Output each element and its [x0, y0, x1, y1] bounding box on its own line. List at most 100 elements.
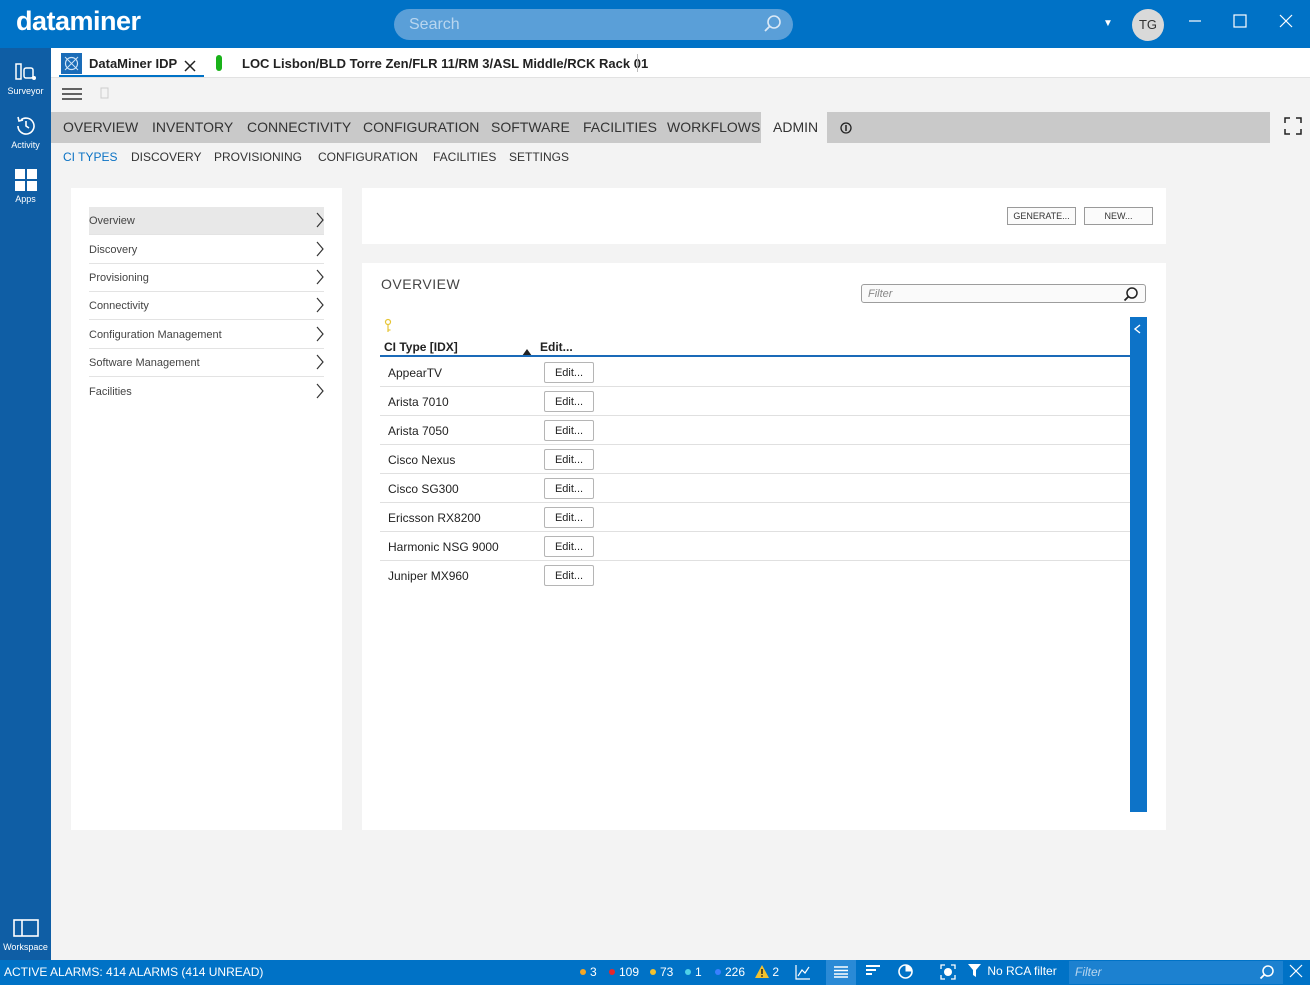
- alarm-count-minor[interactable]: 3: [580, 965, 597, 979]
- focus-icon[interactable]: [940, 964, 956, 983]
- warning-triangle-icon: [755, 965, 769, 979]
- rca-filter-label: No RCA filter: [987, 964, 1057, 978]
- nav-admin[interactable]: ADMIN: [761, 112, 827, 143]
- rail-apps[interactable]: Apps: [0, 166, 51, 204]
- rail-workspace[interactable]: Workspace: [0, 914, 51, 952]
- table-row[interactable]: Arista 7010 Edit...: [380, 387, 1130, 416]
- header-underline: [380, 355, 1130, 357]
- active-alarms-label[interactable]: ACTIVE ALARMS: 414 ALARMS (414 UNREAD): [4, 965, 263, 979]
- dropdown-icon[interactable]: ▼: [1096, 12, 1120, 36]
- edit-button[interactable]: Edit...: [544, 565, 594, 586]
- table-row[interactable]: Cisco SG300 Edit...: [380, 474, 1130, 503]
- table-row[interactable]: Ericsson RX8200 Edit...: [380, 503, 1130, 532]
- main-navigation: OVERVIEW INVENTORY CONNECTIVITY CONFIGUR…: [51, 112, 1270, 143]
- alarm-count-critical[interactable]: 109: [609, 965, 639, 979]
- nav-configuration[interactable]: CONFIGURATION: [351, 112, 491, 143]
- column-header-edit[interactable]: Edit...: [540, 340, 573, 354]
- alarm-count-triangle[interactable]: 2: [755, 965, 779, 979]
- chevron-right-icon: [316, 326, 324, 345]
- generate-button[interactable]: GENERATE...: [1007, 207, 1076, 225]
- edit-button[interactable]: Edit...: [544, 449, 594, 470]
- subnav-settings[interactable]: SETTINGS: [509, 150, 569, 164]
- alarm-count-notice[interactable]: 226: [715, 965, 745, 979]
- info-icon[interactable]: [840, 121, 852, 139]
- apps-grid-icon: [0, 166, 51, 194]
- ci-type-name: Arista 7010: [388, 395, 449, 409]
- side-menu-configuration-management[interactable]: Configuration Management: [89, 321, 324, 349]
- subnav-configuration[interactable]: CONFIGURATION: [318, 150, 418, 164]
- side-menu-discovery[interactable]: Discovery: [89, 236, 324, 264]
- overview-panel: OVERVIEW Filter CI Type [IDX] Edit... Ap…: [362, 263, 1166, 830]
- maximize-icon[interactable]: [1228, 12, 1252, 36]
- table-row[interactable]: Arista 7050 Edit...: [380, 416, 1130, 445]
- side-menu-software-management[interactable]: Software Management: [89, 349, 324, 377]
- fullscreen-icon[interactable]: [1284, 117, 1302, 140]
- activity-icon: [0, 112, 51, 140]
- details-pane-toggle[interactable]: [1130, 317, 1147, 812]
- trend-icon[interactable]: [795, 964, 811, 983]
- minimize-icon[interactable]: [1183, 12, 1207, 36]
- side-menu-connectivity[interactable]: Connectivity: [89, 292, 324, 320]
- bar-view-icon[interactable]: [866, 964, 880, 981]
- app-logo: dataminer: [16, 6, 141, 36]
- alarm-count-info[interactable]: 1: [685, 965, 702, 979]
- chevron-right-icon: [316, 383, 324, 402]
- hamburger-menu-icon[interactable]: [62, 87, 82, 106]
- rail-activity[interactable]: Activity: [0, 112, 51, 150]
- table-row[interactable]: Cisco Nexus Edit...: [380, 445, 1130, 474]
- edit-button[interactable]: Edit...: [544, 536, 594, 557]
- search-box[interactable]: Search: [394, 9, 793, 40]
- rail-surveyor-label: Surveyor: [7, 86, 44, 96]
- chevron-right-icon: [316, 297, 324, 316]
- table-row[interactable]: Juniper MX960 Edit...: [380, 561, 1130, 590]
- critical-dot-icon: [609, 969, 615, 975]
- close-tab-icon[interactable]: [183, 53, 197, 78]
- table-filter-input[interactable]: Filter: [861, 284, 1146, 303]
- pie-chart-icon[interactable]: [898, 964, 913, 982]
- list-view-toggle[interactable]: [826, 960, 856, 985]
- edit-button[interactable]: Edit...: [544, 420, 594, 441]
- filter-placeholder: Filter: [868, 288, 893, 300]
- tab-divider: [637, 54, 638, 72]
- table-row[interactable]: Harmonic NSG 9000 Edit...: [380, 532, 1130, 561]
- chevron-right-icon: [316, 354, 324, 373]
- count-value: 226: [725, 965, 746, 979]
- funnel-icon: [968, 964, 981, 978]
- user-avatar[interactable]: TG: [1132, 9, 1164, 41]
- edit-button[interactable]: Edit...: [544, 391, 594, 412]
- nav-software[interactable]: SOFTWARE: [479, 112, 582, 143]
- side-menu-label: Facilities: [89, 386, 132, 398]
- subnav-discovery[interactable]: DISCOVERY: [131, 150, 201, 164]
- chevron-right-icon: [316, 241, 324, 260]
- side-menu-overview[interactable]: Overview: [89, 207, 324, 235]
- count-value: 2: [772, 965, 780, 979]
- search-icon[interactable]: [1259, 964, 1275, 983]
- edit-button[interactable]: Edit...: [544, 478, 594, 499]
- nav-connectivity[interactable]: CONNECTIVITY: [235, 112, 363, 143]
- subnav-provisioning[interactable]: PROVISIONING: [214, 150, 302, 164]
- status-filter-input[interactable]: Filter: [1069, 961, 1283, 984]
- edit-button[interactable]: Edit...: [544, 362, 594, 383]
- rail-surveyor[interactable]: Surveyor: [0, 58, 51, 96]
- tab-dataminer-idp[interactable]: DataMiner IDP: [59, 51, 204, 77]
- side-menu-provisioning[interactable]: Provisioning: [89, 264, 324, 292]
- search-icon[interactable]: [763, 14, 783, 39]
- subnav-ci-types[interactable]: CI TYPES: [63, 150, 117, 164]
- actions-panel: GENERATE... NEW...: [362, 188, 1166, 244]
- nav-overview[interactable]: OVERVIEW: [51, 112, 150, 143]
- collapse-up-icon[interactable]: [1289, 964, 1303, 981]
- alarm-count-warning[interactable]: 73: [650, 965, 673, 979]
- card-tab-strip: DataMiner IDP LOC Lisbon/BLD Torre Zen/F…: [51, 48, 1310, 78]
- rca-filter[interactable]: No RCA filter: [968, 964, 1057, 978]
- edit-button[interactable]: Edit...: [544, 507, 594, 528]
- new-button[interactable]: NEW...: [1084, 207, 1153, 225]
- search-icon[interactable]: [1123, 286, 1139, 307]
- close-window-icon[interactable]: [1274, 12, 1298, 36]
- nav-inventory[interactable]: INVENTORY: [140, 112, 245, 143]
- table-row[interactable]: AppearTV Edit...: [380, 358, 1130, 387]
- column-header-ci-type[interactable]: CI Type [IDX]: [384, 340, 458, 354]
- subnav-facilities[interactable]: FACILITIES: [433, 150, 496, 164]
- tab-rack-location[interactable]: LOC Lisbon/BLD Torre Zen/FLR 11/RM 3/ASL…: [242, 56, 648, 71]
- side-menu-facilities[interactable]: Facilities: [89, 378, 324, 406]
- nav-workflows[interactable]: WORKFLOWS: [655, 112, 772, 143]
